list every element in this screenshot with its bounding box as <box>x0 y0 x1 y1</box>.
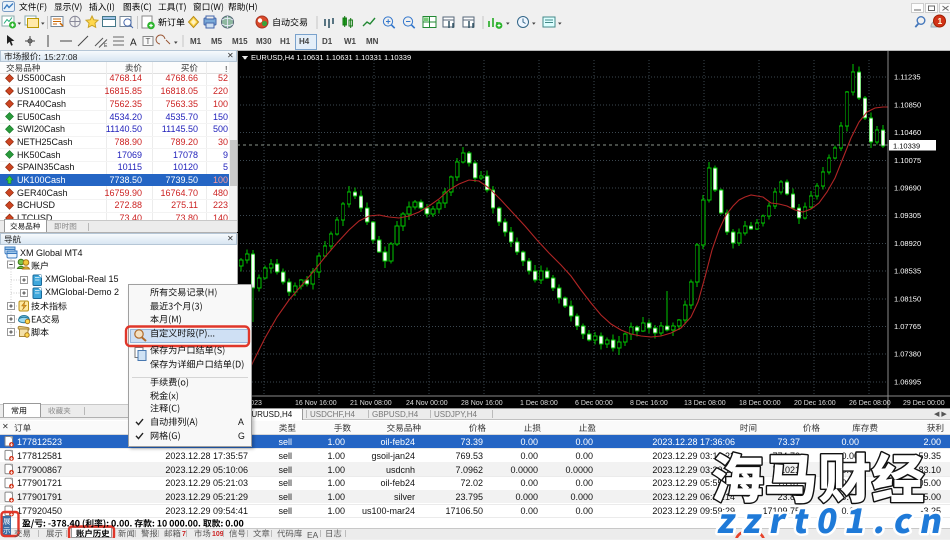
svg-text:13 Dec 08:00: 13 Dec 08:00 <box>684 400 726 407</box>
svg-text:1.09305: 1.09305 <box>894 211 921 220</box>
svg-text:29 Dec 00:00: 29 Dec 00:00 <box>903 400 945 407</box>
svg-text:20 Dec 16:00: 20 Dec 16:00 <box>794 400 836 407</box>
svg-text:EURUSD,H4 1.10631 1.10631 1.1: EURUSD,H4 1.10631 1.10631 1.10331 1.1033… <box>251 53 411 62</box>
svg-text:1.10850: 1.10850 <box>894 100 921 109</box>
svg-text:24 Nov 00:00: 24 Nov 00:00 <box>406 400 448 407</box>
svg-text:T: T <box>146 37 151 46</box>
svg-text:1: 1 <box>938 16 943 26</box>
svg-text:1.08535: 1.08535 <box>894 267 921 276</box>
svg-text:1.10339: 1.10339 <box>893 142 920 151</box>
svg-text:1.08920: 1.08920 <box>894 239 921 248</box>
svg-text:1.10460: 1.10460 <box>894 128 921 137</box>
svg-text:1.06995: 1.06995 <box>894 377 921 386</box>
svg-text:28 Nov 16:00: 28 Nov 16:00 <box>461 400 503 407</box>
svg-text:1.08150: 1.08150 <box>894 294 921 303</box>
svg-text:18 Dec 00:00: 18 Dec 00:00 <box>739 400 781 407</box>
svg-text:E: E <box>104 43 108 49</box>
svg-text:26 Dec 08:00: 26 Dec 08:00 <box>849 400 891 407</box>
svg-text:21 Nov 08:00: 21 Nov 08:00 <box>350 400 392 407</box>
svg-text:1 Dec 08:00: 1 Dec 08:00 <box>520 400 558 407</box>
svg-text:1.07380: 1.07380 <box>894 350 921 359</box>
svg-text:16 Nov 16:00: 16 Nov 16:00 <box>295 400 337 407</box>
svg-text:A: A <box>130 38 137 49</box>
svg-text:6 Dec 00:00: 6 Dec 00:00 <box>575 400 613 407</box>
svg-text:1.09690: 1.09690 <box>894 184 921 193</box>
svg-text:1.11235: 1.11235 <box>894 73 921 82</box>
svg-text:8 Dec 16:00: 8 Dec 16:00 <box>630 400 668 407</box>
svg-text:1.07765: 1.07765 <box>894 322 921 331</box>
svg-text:1.10075: 1.10075 <box>894 156 921 165</box>
